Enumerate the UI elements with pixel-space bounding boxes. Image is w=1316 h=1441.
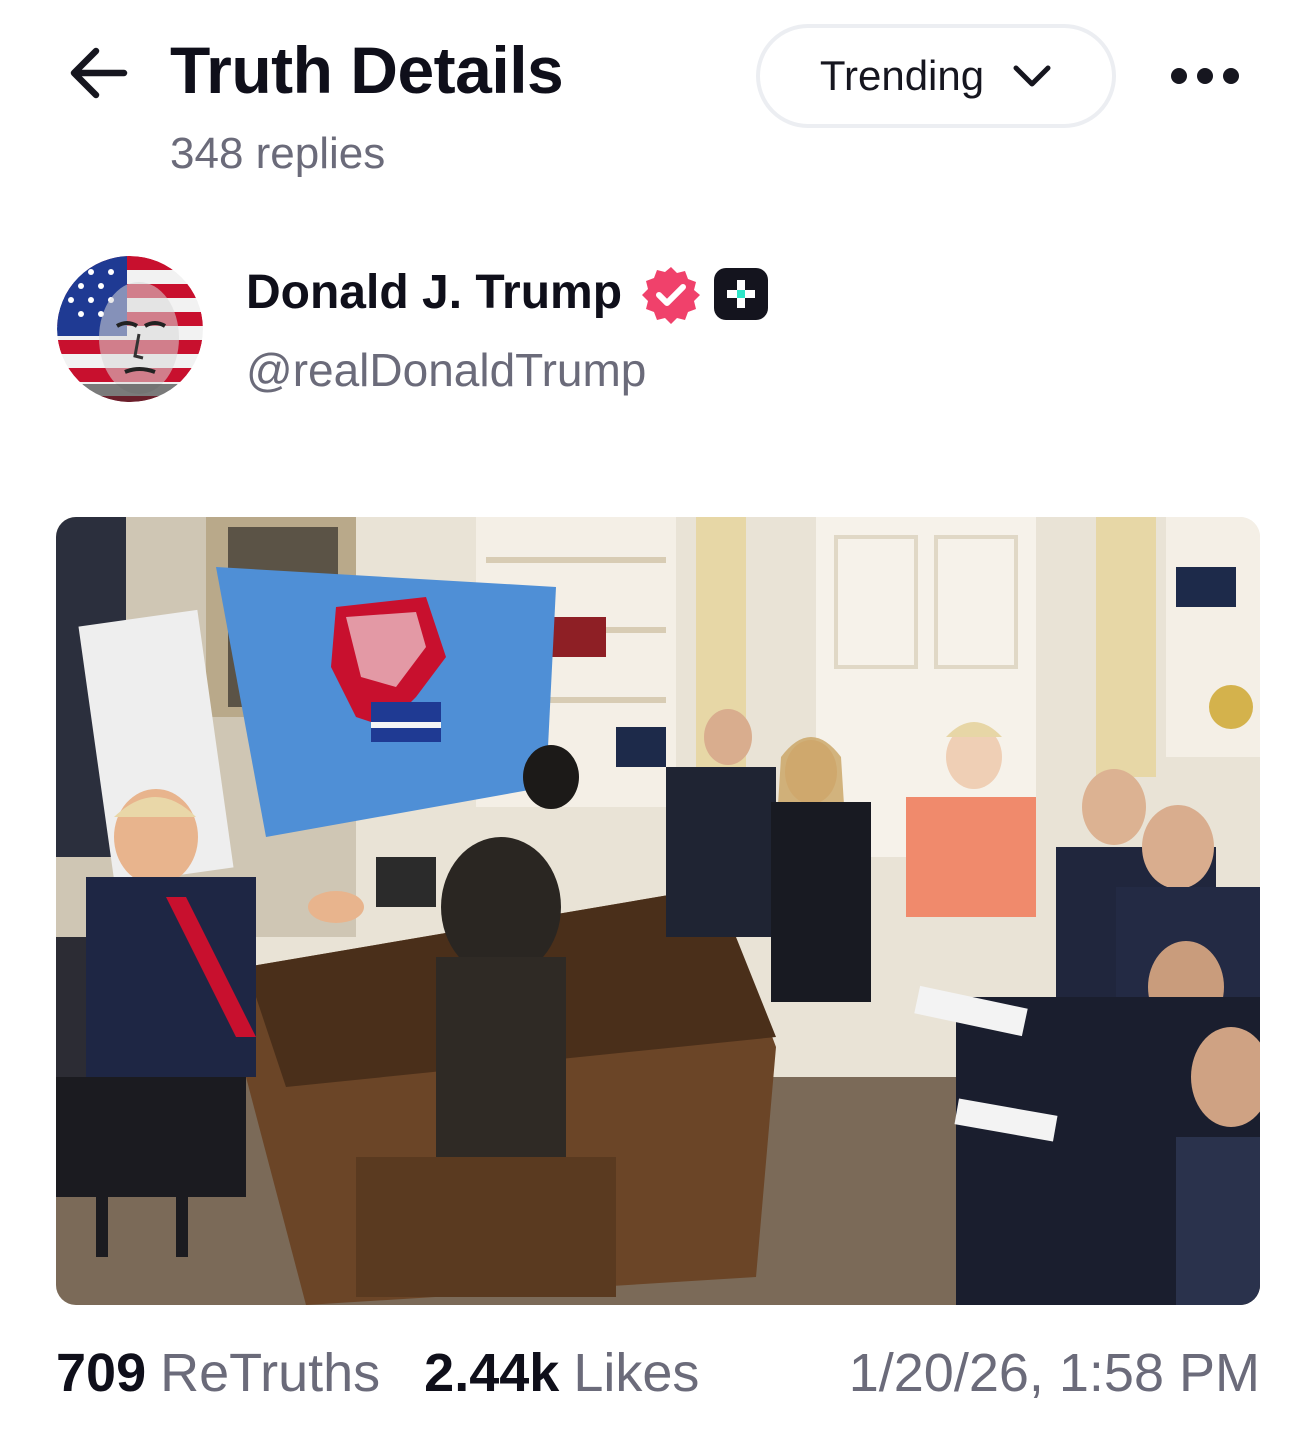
page-title: Truth Details: [170, 33, 564, 107]
author-name[interactable]: Donald J. Trump: [246, 262, 622, 324]
more-horizontal-icon: [1171, 68, 1239, 84]
avatar[interactable]: [57, 256, 203, 402]
post-photo[interactable]: [56, 517, 1260, 1305]
back-button[interactable]: [58, 38, 138, 108]
author-handle[interactable]: @realDonaldTrump: [246, 340, 646, 400]
retruths-label[interactable]: ReTruths: [160, 1342, 380, 1404]
likes-label[interactable]: Likes: [573, 1342, 699, 1404]
chevron-down-icon: [1013, 65, 1051, 87]
sort-label: Trending: [819, 52, 985, 99]
truth-plus-badge-icon: [714, 268, 768, 320]
retruths-count[interactable]: 709: [56, 1342, 146, 1404]
post-timestamp: 1/20/26, 1:58 PM: [848, 1343, 1260, 1403]
avatar-flag-portrait: [57, 256, 203, 402]
arrow-left-icon: [70, 47, 128, 99]
photo-image: [56, 517, 1260, 1305]
replies-count: 348 replies: [170, 129, 386, 178]
more-options-button[interactable]: [1160, 48, 1250, 104]
verified-badge-icon: [640, 264, 702, 326]
likes-count[interactable]: 2.44k: [424, 1342, 559, 1404]
post-stats: 709 ReTruths 2.44k Likes 1/20/26, 1:58 P…: [56, 1342, 1260, 1414]
sort-dropdown[interactable]: Trending: [756, 24, 1116, 128]
